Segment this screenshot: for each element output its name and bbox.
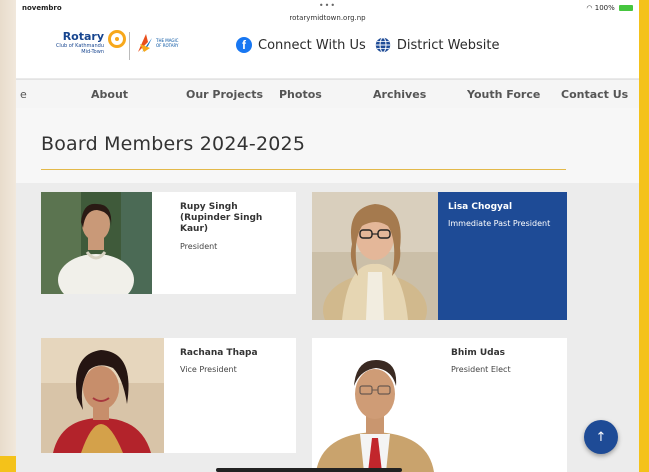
status-bar: novembro ••• rotarymidtown.org.np ◠ 100% [16, 0, 639, 26]
member-card-immediate-past-president[interactable]: Lisa Chogyal Immediate Past President [312, 192, 567, 320]
nav-item-contact-us[interactable]: Contact Us [561, 88, 628, 101]
member-card-president[interactable]: Rupy Singh (Rupinder Singh Kaur) Preside… [41, 192, 296, 294]
member-card-vice-president[interactable]: Rachana Thapa Vice President [41, 338, 296, 453]
title-divider [41, 169, 566, 170]
member-photo-rupy-singh [41, 192, 152, 294]
battery-icon [619, 5, 633, 11]
board-members-section: Board Members 2024-2025 Rupy Singh (Rupi… [16, 108, 639, 472]
magic-mark-icon [138, 34, 152, 52]
page-title: Board Members 2024-2025 [41, 133, 306, 155]
globe-icon[interactable] [375, 37, 391, 53]
main-nav: e About Our Projects Photos Archives You… [16, 79, 639, 108]
rotary-wordmark: Rotary [62, 30, 104, 43]
site-header: Rotary Club of Kathmandu Mid-Town THE MA… [16, 26, 639, 79]
social-links: f Connect With Us District Website [236, 37, 499, 53]
member-role: Vice President [180, 365, 237, 374]
arrow-up-icon: ↑ [595, 429, 607, 445]
logo-divider [129, 32, 130, 60]
connect-with-us-link[interactable]: Connect With Us [258, 38, 366, 53]
magic-text-line2: OF ROTARY [156, 43, 179, 48]
member-card-president-elect[interactable]: Bhim Udas President Elect [312, 338, 567, 472]
member-name: Rupy Singh (Rupinder Singh Kaur) [180, 202, 263, 234]
background-app-edge [0, 0, 17, 456]
member-photo-lisa-chogyal [312, 192, 438, 320]
member-photo-rachana-thapa [41, 338, 164, 453]
rotary-wheel-icon [108, 30, 126, 48]
nav-item-youth-force[interactable]: Youth Force [467, 88, 540, 101]
nav-item-partial[interactable]: e [20, 88, 27, 101]
rotary-logo[interactable]: Rotary Club of Kathmandu Mid-Town [46, 28, 126, 64]
nav-item-our-projects[interactable]: Our Projects [186, 88, 263, 101]
title-panel: Board Members 2024-2025 [16, 108, 639, 183]
member-name: Lisa Chogyal [448, 202, 513, 212]
nav-item-about[interactable]: About [91, 88, 128, 101]
facebook-icon[interactable]: f [236, 37, 252, 53]
member-name: Bhim Udas [451, 348, 506, 358]
battery-status: ◠ 100% [586, 4, 633, 12]
district-website-link[interactable]: District Website [397, 38, 500, 53]
member-role: President Elect [451, 365, 511, 374]
member-name: Rachana Thapa [180, 348, 258, 358]
scroll-to-top-button[interactable]: ↑ [584, 420, 618, 454]
club-name: Club of Kathmandu Mid-Town [34, 43, 104, 55]
more-dots-icon[interactable]: ••• [16, 1, 639, 10]
battery-percent: 100% [594, 4, 615, 12]
nav-item-archives[interactable]: Archives [373, 88, 426, 101]
member-role: President [180, 242, 218, 251]
magic-text: THE MAGIC OF ROTARY [156, 38, 178, 48]
wifi-icon: ◠ [586, 4, 593, 12]
magic-of-rotary-logo: THE MAGIC OF ROTARY [134, 30, 180, 60]
club-name-line2: Mid-Town [81, 49, 104, 55]
member-photo-bhim-udas [312, 338, 438, 472]
address-bar-url[interactable]: rotarymidtown.org.np [16, 14, 639, 22]
member-role: Immediate Past President [448, 219, 551, 228]
nav-item-photos[interactable]: Photos [279, 88, 322, 101]
home-indicator[interactable] [216, 468, 402, 472]
browser-screen: novembro ••• rotarymidtown.org.np ◠ 100%… [16, 0, 639, 472]
